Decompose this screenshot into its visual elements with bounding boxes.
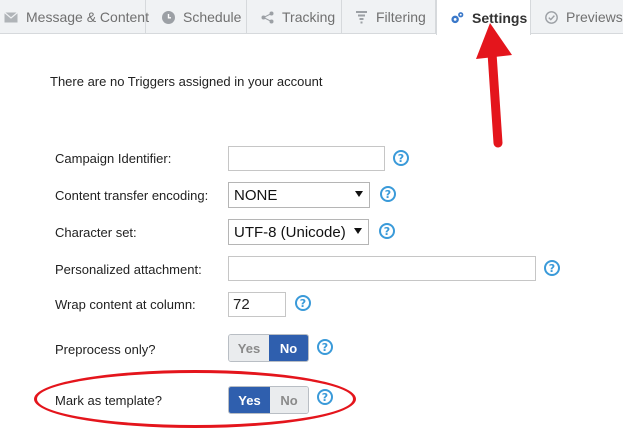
tab-message-content[interactable]: Message & Content — [0, 0, 149, 34]
tab-label: Message & Content — [26, 9, 149, 25]
character-set-label: Character set: — [55, 225, 137, 240]
tab-tracking[interactable]: Tracking — [247, 0, 342, 34]
dropdown-arrow-icon — [354, 228, 362, 234]
wrap-content-input[interactable] — [228, 292, 286, 317]
gears-icon — [450, 11, 464, 25]
character-set-select[interactable]: UTF-8 (Unicode) — [228, 219, 369, 245]
no-triggers-notice: There are no Triggers assigned in your a… — [50, 74, 323, 89]
campaign-identifier-label: Campaign Identifier: — [55, 151, 172, 166]
check-circle-icon — [544, 10, 558, 24]
tab-label: Previews — [566, 9, 623, 25]
yes-option[interactable]: Yes — [229, 335, 269, 361]
tab-schedule[interactable]: Schedule — [146, 0, 247, 34]
help-icon[interactable]: ? — [295, 295, 311, 311]
envelope-icon — [4, 10, 18, 24]
preprocess-only-toggle[interactable]: Yes No — [228, 334, 309, 362]
content-transfer-encoding-label: Content transfer encoding: — [55, 188, 209, 203]
annotation-arrow-icon — [476, 23, 512, 148]
tab-label: Filtering — [376, 9, 426, 25]
help-icon[interactable]: ? — [544, 260, 560, 276]
selected-value: NONE — [234, 186, 278, 204]
filter-icon — [354, 10, 368, 24]
help-icon[interactable]: ? — [317, 339, 333, 355]
selected-value: UTF-8 (Unicode) — [234, 223, 346, 241]
preprocess-only-label: Preprocess only? — [55, 342, 156, 357]
tab-previews[interactable]: Previews — [531, 0, 623, 34]
help-icon[interactable]: ? — [380, 186, 396, 202]
wrap-content-label: Wrap content at column: — [55, 297, 196, 312]
personalized-attachment-label: Personalized attachment: — [55, 262, 202, 277]
annotation-ellipse — [34, 370, 356, 428]
content-transfer-encoding-select[interactable]: NONE — [228, 182, 370, 208]
help-icon[interactable]: ? — [393, 150, 409, 166]
share-icon — [260, 10, 274, 24]
help-icon[interactable]: ? — [379, 223, 395, 239]
campaign-identifier-input[interactable] — [228, 146, 385, 171]
clock-icon — [161, 10, 175, 24]
no-option[interactable]: No — [269, 335, 308, 361]
tab-filtering[interactable]: Filtering — [342, 0, 436, 34]
tab-label: Schedule — [183, 9, 242, 25]
dropdown-arrow-icon — [355, 191, 363, 197]
personalized-attachment-input[interactable] — [228, 256, 536, 281]
tab-label: Tracking — [282, 9, 336, 25]
